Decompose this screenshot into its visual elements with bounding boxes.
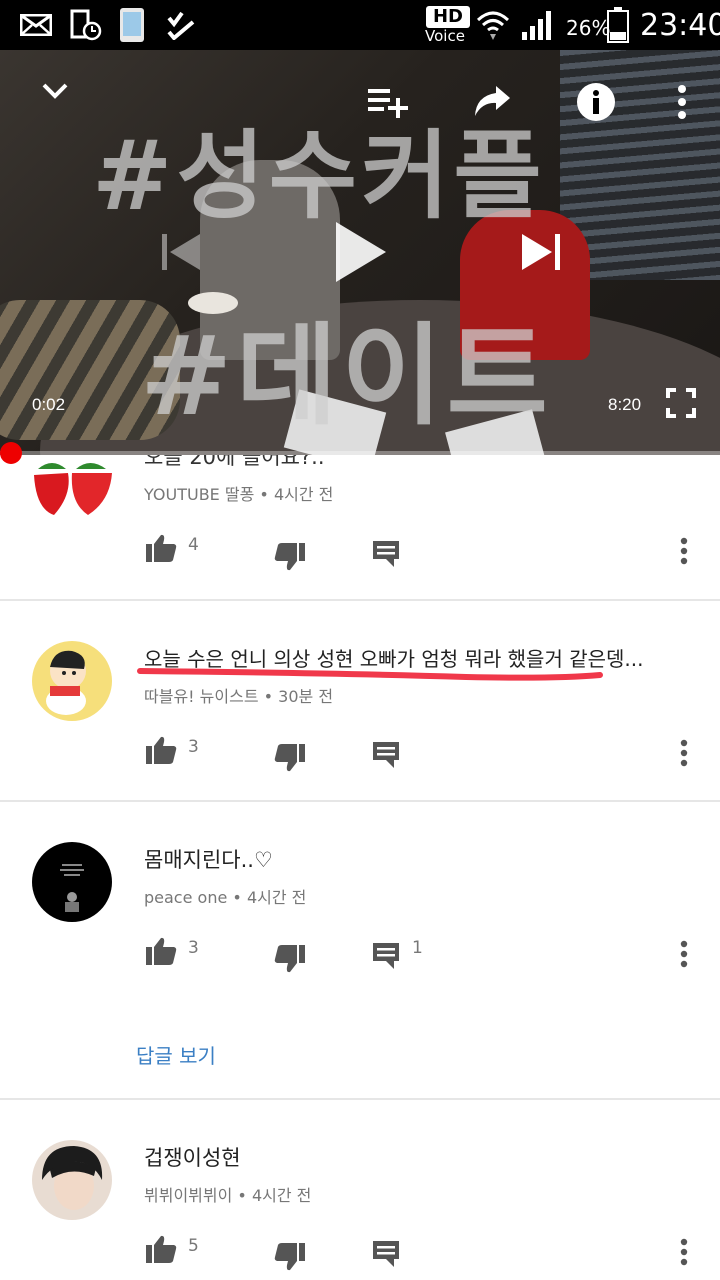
reply-icon[interactable] xyxy=(372,1240,400,1268)
comment-meta: YOUTUBE 딸퐁 • 4시간 전 xyxy=(144,481,333,505)
signal-icon xyxy=(522,11,551,40)
comment-age: 4시간 전 xyxy=(246,888,307,907)
dislike-icon[interactable] xyxy=(274,944,306,974)
duration: 8:20 xyxy=(608,395,642,414)
avatar[interactable] xyxy=(32,1140,112,1220)
battery-icon xyxy=(607,7,629,43)
share-icon[interactable] xyxy=(472,84,512,118)
comment-author[interactable]: YOUTUBE 딸퐁 xyxy=(144,485,254,504)
avatar[interactable] xyxy=(32,641,112,721)
dark-avatar-image xyxy=(60,864,84,912)
dislike-icon[interactable] xyxy=(274,1242,306,1272)
comment-age: 4시간 전 xyxy=(273,485,334,504)
battery-percent: 26% xyxy=(566,16,611,40)
play-icon[interactable] xyxy=(334,220,388,284)
fullscreen-icon[interactable] xyxy=(666,388,696,418)
clock: 23:40 xyxy=(640,8,720,43)
meta-separator: • xyxy=(237,1186,252,1205)
comment-meta: peace one • 4시간 전 xyxy=(144,884,306,908)
reply-icon[interactable] xyxy=(372,942,400,970)
cartoon-avatar-image xyxy=(46,650,86,715)
portrait-avatar-image xyxy=(42,1146,103,1210)
dislike-icon[interactable] xyxy=(274,542,306,572)
phone-clock-icon xyxy=(70,9,102,41)
comment-age: 4시간 전 xyxy=(251,1186,312,1205)
overlay-hashtag-line2: #데이트 xyxy=(140,312,552,440)
comment-author[interactable]: 뷔뷔이뷔뷔이 xyxy=(144,1186,232,1205)
meta-separator: • xyxy=(232,888,247,907)
comment-more-icon[interactable] xyxy=(679,537,689,565)
comment-2: 오늘 수은 언니 의상 성현 오빠가 엄청 뭐라 했을거 같은뎅... 따블유!… xyxy=(0,601,720,801)
avatar[interactable] xyxy=(32,455,112,535)
comment-3: 몸매지린다..♡ peace one • 4시간 전 3 1 답글 보기 xyxy=(0,802,720,1098)
previous-icon[interactable] xyxy=(160,230,204,274)
mail-icon xyxy=(20,14,52,36)
dislike-icon[interactable] xyxy=(274,743,306,773)
like-count: 3 xyxy=(188,938,199,958)
strawberry-avatar-image xyxy=(34,463,112,515)
reply-count: 1 xyxy=(412,938,423,958)
meta-separator: • xyxy=(259,485,274,504)
hd-label: HD xyxy=(426,6,470,28)
like-count: 5 xyxy=(188,1236,199,1256)
comment-more-icon[interactable] xyxy=(679,739,689,767)
comment-1: 오늘 20에 들어요?.. YOUTUBE 딸퐁 • 4시간 전 4 xyxy=(0,455,720,600)
status-bar: HD Voice 26% 23:40 xyxy=(0,0,720,50)
task-check-icon xyxy=(167,11,195,40)
collapse-chevron-icon[interactable] xyxy=(40,80,70,102)
like-icon[interactable] xyxy=(145,735,177,765)
highlight-underline xyxy=(137,668,603,681)
wifi-icon xyxy=(476,11,510,40)
comment-meta: 따블유! 뉴이스트 • 30분 전 xyxy=(144,683,333,707)
more-options-icon[interactable] xyxy=(676,84,688,120)
video-player[interactable]: #성수커플 #데이트 0:02 8:20 xyxy=(0,50,720,455)
comment-age: 30분 전 xyxy=(278,687,334,706)
like-icon[interactable] xyxy=(145,533,177,563)
comment-text: 오늘 20에 들어요?.. xyxy=(144,455,325,469)
meta-separator: • xyxy=(263,687,279,706)
current-time: 0:02 xyxy=(32,395,66,414)
add-to-playlist-icon[interactable] xyxy=(366,86,410,120)
voice-label: Voice xyxy=(425,27,465,45)
hd-voice-indicator: HD Voice xyxy=(425,6,471,46)
like-icon[interactable] xyxy=(145,936,177,966)
reply-icon[interactable] xyxy=(372,741,400,769)
next-icon[interactable] xyxy=(518,230,562,274)
reply-icon[interactable] xyxy=(372,540,400,568)
view-replies-link[interactable]: 답글 보기 xyxy=(136,1040,216,1069)
comment-text: 몸매지린다..♡ xyxy=(144,848,273,872)
avatar[interactable] xyxy=(32,842,112,922)
overlay-hashtag-line1: #성수커플 xyxy=(92,120,546,232)
comment-4: 겁쟁이성현 뷔뷔이뷔뷔이 • 4시간 전 5 xyxy=(0,1100,720,1280)
info-icon[interactable] xyxy=(576,82,616,122)
comment-more-icon[interactable] xyxy=(679,940,689,968)
comment-text: 겁쟁이성현 xyxy=(144,1146,241,1170)
comment-more-icon[interactable] xyxy=(679,1238,689,1266)
comment-meta: 뷔뷔이뷔뷔이 • 4시간 전 xyxy=(144,1182,311,1206)
phone-icon xyxy=(120,8,144,42)
like-icon[interactable] xyxy=(145,1234,177,1264)
comment-author[interactable]: peace one xyxy=(144,888,227,907)
like-count: 3 xyxy=(188,737,199,757)
like-count: 4 xyxy=(188,535,199,555)
comment-author[interactable]: 따블유! 뉴이스트 xyxy=(144,687,259,706)
